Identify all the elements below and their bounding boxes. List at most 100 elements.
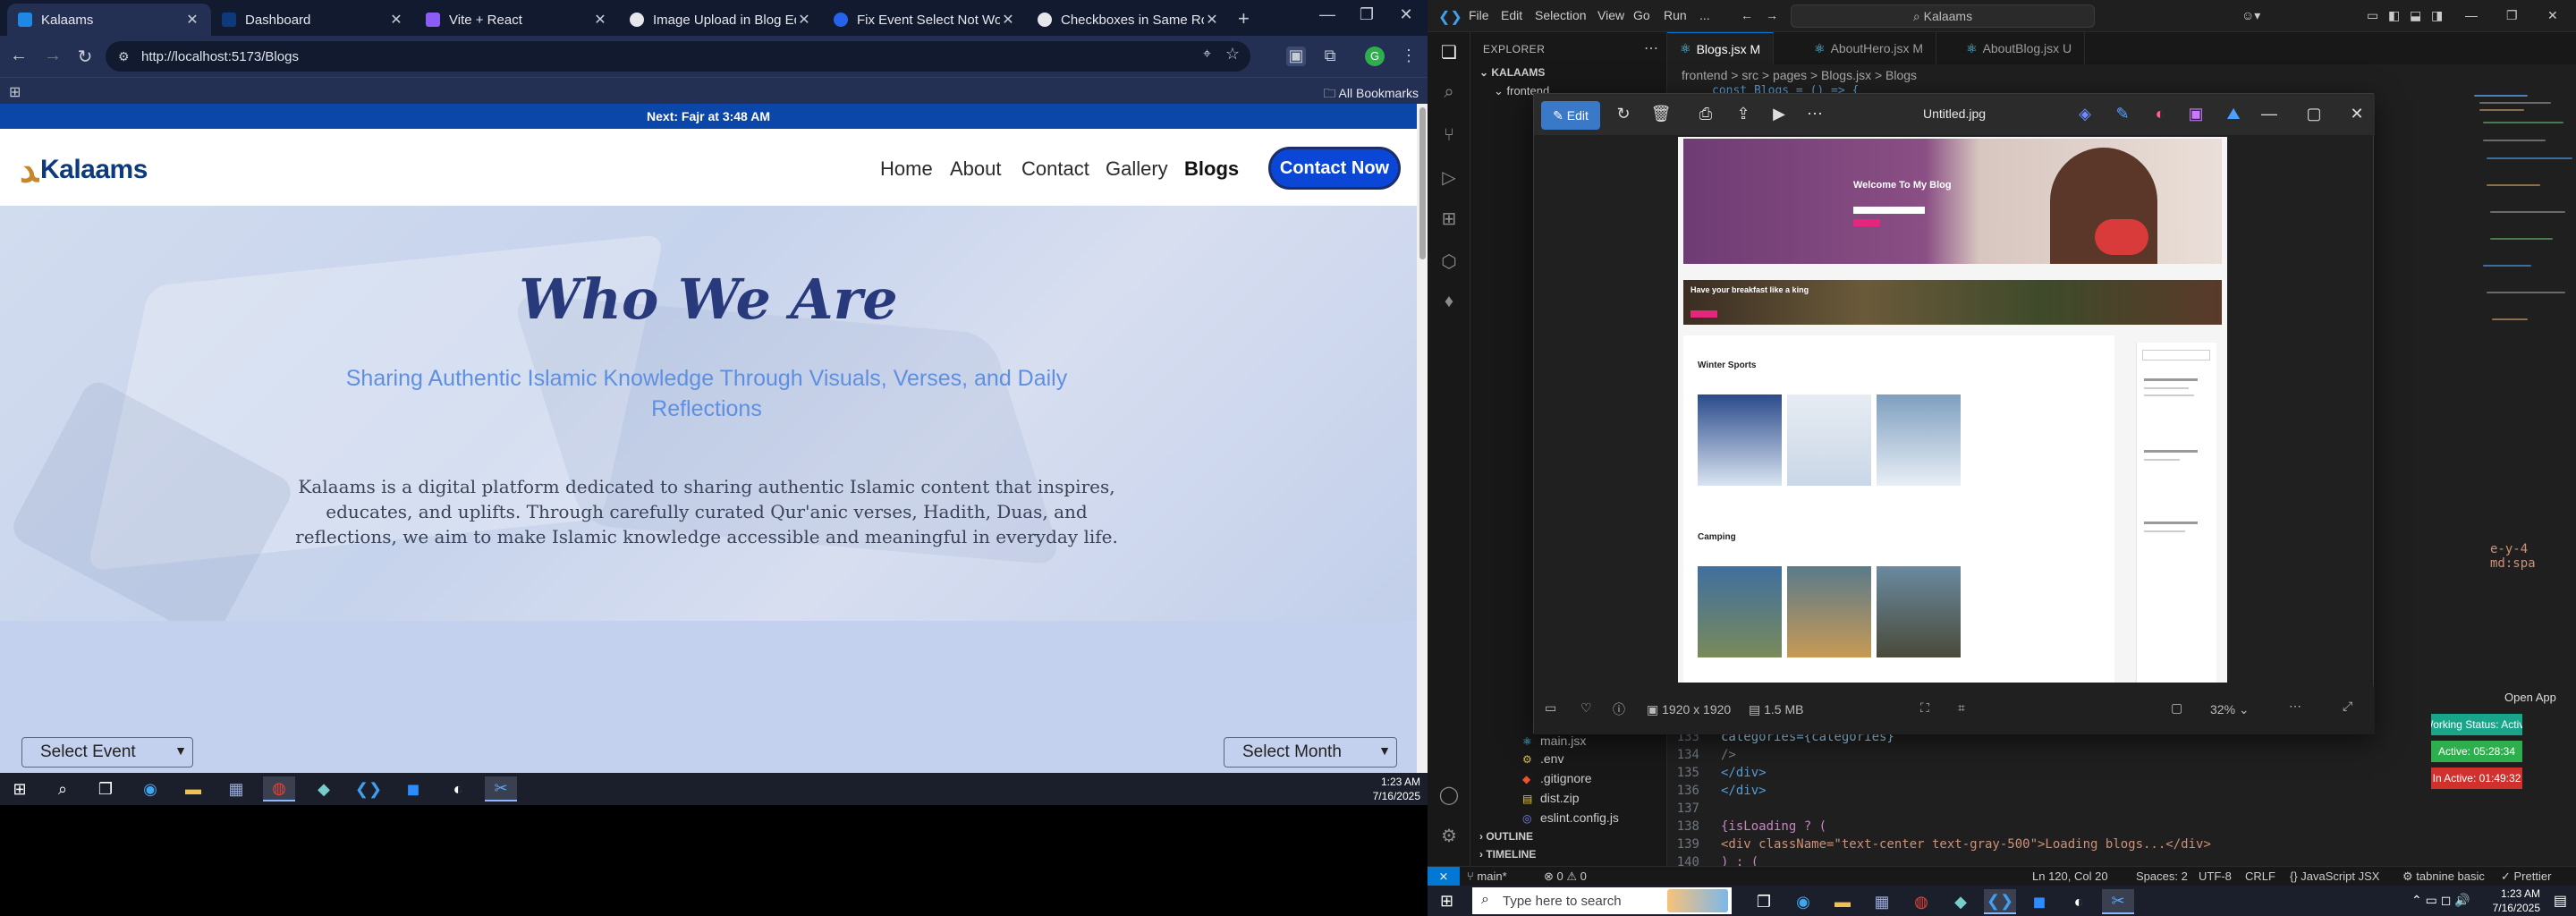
contact-now-button[interactable]: Contact Now [1268, 147, 1401, 190]
snipping-tool-icon[interactable]: ✂ [2102, 889, 2134, 914]
chrome-icon[interactable]: ◍ [263, 776, 295, 802]
store-icon[interactable]: ▦ [220, 776, 252, 802]
kalaams-logo[interactable]: ﺪ Kalaams [20, 148, 148, 191]
close-icon[interactable]: ✕ [796, 11, 812, 29]
fit-screen-icon[interactable]: ⛶ [1920, 700, 1929, 716]
select-event-dropdown[interactable]: Select Event ▼ [21, 737, 193, 768]
video-editor-icon[interactable]: ▣ [2185, 105, 2207, 123]
vscode-icon[interactable]: ❮❯ [352, 776, 385, 802]
filmstrip-icon[interactable]: ▭ [1545, 700, 1556, 716]
zoom-level-dropdown[interactable]: 32% ⌄ [2210, 702, 2250, 717]
code-line[interactable]: 134 /> [1667, 748, 1736, 766]
tab-vite-react[interactable]: Vite + React ✕ [415, 4, 619, 36]
store-icon[interactable]: ▦ [1866, 889, 1898, 914]
back-arrow-icon[interactable]: ← [7, 46, 30, 66]
minimize-icon[interactable]: — [2465, 8, 2478, 22]
forward-arrow-icon[interactable]: → [41, 46, 64, 66]
chrome-icon[interactable]: ◍ [1905, 889, 1937, 914]
tab-fix-event-select[interactable]: Fix Event Select Not Working ✕ [823, 4, 1027, 36]
fullscreen-icon[interactable]: ⤢ [2343, 699, 2352, 714]
menu-selection[interactable]: Selection [1535, 8, 1587, 22]
info-icon[interactable]: ⓘ [1613, 700, 1625, 718]
task-view-icon[interactable]: ❐ [89, 776, 122, 802]
extensions-icon[interactable]: ⊞ [1438, 208, 1460, 229]
close-icon[interactable]: ✕ [2346, 105, 2368, 123]
tab-blogs-jsx[interactable]: ⚛ Blogs.jsx M [1667, 32, 1775, 64]
taskbar-clock[interactable]: 1:23 AM 7/16/2025 [1373, 775, 1420, 803]
source-control-icon[interactable]: ⑂ [1438, 125, 1460, 147]
close-icon[interactable]: ✕ [1000, 11, 1016, 29]
windows-start-icon[interactable]: ⊞ [1440, 892, 1453, 911]
close-icon[interactable]: ✕ [388, 11, 404, 29]
timeline-section[interactable]: › TIMELINE [1479, 848, 1536, 861]
menu-go[interactable]: Go [1633, 8, 1650, 22]
extension-icon[interactable]: ▣ [1286, 47, 1306, 66]
photo-preview[interactable]: Welcome To My Blog Have your breakfast l… [1678, 137, 2227, 683]
vscode-icon[interactable]: ❮❯ [1984, 889, 2016, 914]
code-line[interactable]: 136 </div> [1667, 784, 1767, 802]
nav-blogs[interactable]: Blogs [1184, 157, 1239, 181]
taskbar-search-box[interactable]: ⌕ Type here to search [1472, 887, 1732, 914]
copilot-icon[interactable]: ◈ [2074, 105, 2096, 123]
mongodb-leaf-icon[interactable]: ♦ [1438, 292, 1460, 313]
git-branch[interactable]: ⑂ main* [1467, 869, 1507, 883]
file-main-jsx[interactable]: ⚛ main.jsx [1522, 734, 1586, 748]
maximize-icon[interactable]: ▢ [2303, 105, 2325, 123]
actual-size-icon[interactable]: ▢ [2171, 700, 2182, 716]
file-eslint-config[interactable]: ◎ eslint.config.js [1522, 810, 1619, 825]
windows-start-icon[interactable]: ⊞ [4, 776, 36, 802]
tabnine-status[interactable]: ⚙ tabnine basic [2402, 869, 2485, 884]
close-icon[interactable]: ✕ [592, 11, 608, 29]
menu-edit[interactable]: Edit [1501, 8, 1522, 22]
layout-icon[interactable]: ▭ [2367, 8, 2378, 23]
tab-checkboxes[interactable]: Checkboxes in Same Row ✕ [1027, 4, 1231, 36]
nav-gallery[interactable]: Gallery [1106, 157, 1168, 181]
copilot-icon[interactable]: ☺▾ [2241, 8, 2260, 23]
back-arrow-icon[interactable]: ← [1741, 8, 1753, 22]
close-window-icon[interactable]: ✕ [1388, 5, 1424, 24]
outline-section[interactable]: › OUTLINE [1479, 830, 1533, 843]
zoom-icon[interactable]: ◼ [397, 776, 429, 802]
indentation[interactable]: Spaces: 2 [2136, 869, 2188, 883]
menu-more[interactable]: ... [1699, 8, 1710, 22]
file-explorer-icon[interactable]: ▬ [1826, 889, 1859, 914]
menu-run[interactable]: Run [1664, 8, 1687, 22]
command-center-search[interactable]: ⌕ Kalaams [1791, 4, 2095, 28]
file-env[interactable]: ⚙ .env [1522, 751, 1563, 766]
nav-contact[interactable]: Contact [1021, 157, 1089, 181]
edge-icon[interactable]: ◉ [134, 776, 166, 802]
app-icon[interactable]: ◆ [308, 776, 340, 802]
tab-dashboard[interactable]: Dashboard ✕ [211, 4, 415, 36]
file-gitignore[interactable]: ◆ .gitignore [1522, 771, 1592, 785]
forward-arrow-icon[interactable]: → [1766, 8, 1778, 22]
tab-abouthero-jsx[interactable]: ⚛ AboutHero.jsx M [1801, 32, 1937, 64]
run-debug-icon[interactable]: ▷ [1438, 166, 1460, 188]
edge-icon[interactable]: ◉ [1787, 889, 1819, 914]
more-icon[interactable]: ⋯ [1644, 39, 1658, 57]
language-mode[interactable]: {} JavaScript JSX [2290, 869, 2379, 883]
new-tab-plus-icon[interactable]: + [1238, 7, 1250, 30]
breadcrumb[interactable]: frontend > src > pages > Blogs.jsx > Blo… [1682, 68, 1917, 82]
toggle-secondary-icon[interactable]: ◨ [2431, 8, 2443, 23]
tab-kalaams[interactable]: Kalaams ✕ [7, 4, 211, 36]
tab-image-upload[interactable]: Image Upload in Blog Editor ✕ [619, 4, 823, 36]
location-icon[interactable]: ⌖ [1203, 47, 1211, 63]
encoding[interactable]: UTF-8 [2199, 869, 2232, 883]
search-icon[interactable]: ⌕ [1438, 82, 1460, 104]
crop-icon[interactable]: ⌗ [1958, 700, 1965, 716]
tab-aboutblog-jsx[interactable]: ⚛ AboutBlog.jsx U [1953, 32, 2086, 64]
url-bar[interactable]: ⚙ http://localhost:5173/Blogs ⌖ ☆ [106, 41, 1250, 72]
taskbar-clock[interactable]: 1:23 AM 7/16/2025 [2493, 886, 2540, 915]
minimap[interactable] [2474, 86, 2572, 479]
favorite-heart-icon[interactable]: ♡ [1580, 700, 1592, 716]
more-icon[interactable]: ⋯ [2289, 699, 2301, 714]
task-view-icon[interactable]: ❐ [1748, 889, 1780, 914]
code-line[interactable]: 138 {isLoading ? ( [1667, 819, 1826, 837]
close-icon[interactable]: ✕ [184, 11, 200, 29]
account-icon[interactable]: ◯ [1438, 784, 1460, 805]
line-endings[interactable]: CRLF [2245, 869, 2275, 883]
file-explorer-icon[interactable]: ▬ [177, 776, 209, 802]
page-scrollbar[interactable] [1417, 104, 1428, 782]
code-line[interactable]: 139 <div className="text-center text-gra… [1667, 837, 2211, 855]
site-info-icon[interactable]: ⚙ [118, 49, 130, 64]
